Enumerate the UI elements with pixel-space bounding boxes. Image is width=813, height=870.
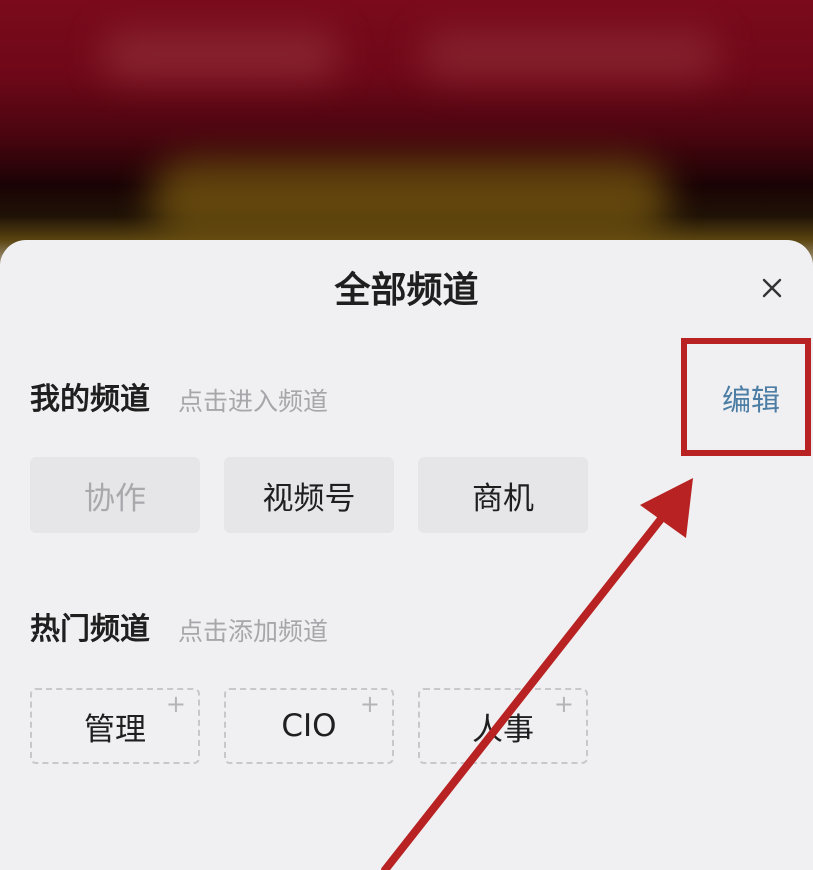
close-icon[interactable] [758,274,786,302]
plus-icon: + [359,690,380,718]
channel-chip-label: 视频号 [262,480,356,517]
blurred-shape [420,30,720,80]
blurred-shape [100,30,340,80]
plus-icon: + [165,690,186,718]
channel-sheet [0,240,813,870]
channel-chip-collab: 协作 [30,457,200,533]
my-channels-hint: 点击进入频道 [178,387,329,416]
hot-channel-chip-management[interactable]: 管理 + [30,688,200,764]
hot-channels-hint: 点击添加频道 [178,617,329,646]
plus-icon: + [553,690,574,718]
my-channels-title: 我的频道 [30,382,150,417]
channel-chip-label: 协作 [84,480,146,517]
channel-chip-label: 管理 [84,711,146,748]
blurred-shape [150,160,670,240]
hot-channels-title: 热门频道 [30,612,150,647]
channel-chip-label: CIO [281,708,337,744]
hot-channel-chip-hr[interactable]: 人事 + [418,688,588,764]
edit-button[interactable]: 编辑 [722,380,780,420]
channel-chip-business[interactable]: 商机 [418,457,588,533]
hot-channel-chip-cio[interactable]: CIO + [224,688,394,764]
channel-chip-label: 人事 [472,711,534,748]
channel-chip-label: 商机 [472,480,534,517]
channel-chip-video[interactable]: 视频号 [224,457,394,533]
sheet-title: 全部频道 [334,270,479,311]
